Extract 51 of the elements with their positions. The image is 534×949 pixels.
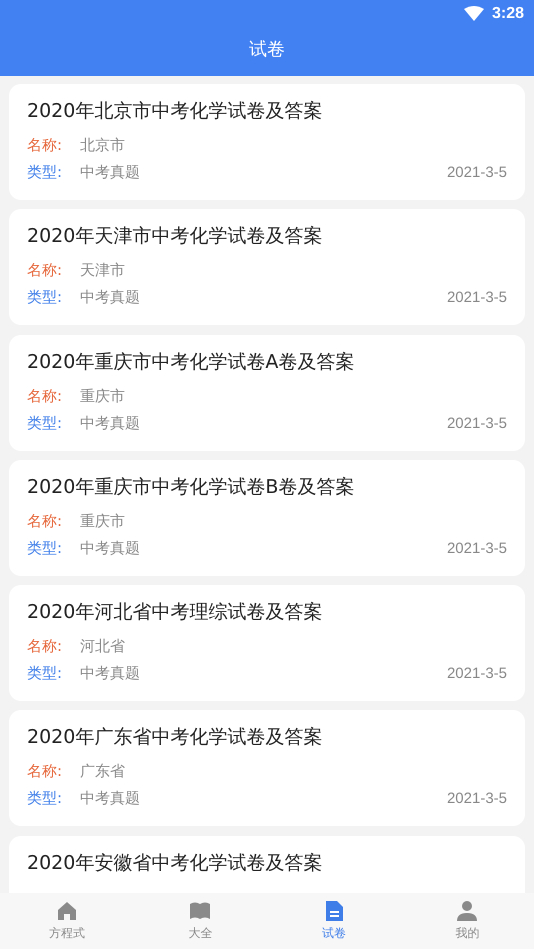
type-text: 中考真题 [80, 287, 140, 308]
date-text: 2021-3-5 [446, 789, 507, 810]
paper-title: 2020年重庆市中考化学试卷B卷及答案 [27, 474, 356, 500]
paper-title: 2020年安徽省中考化学试卷及答案 [27, 850, 324, 876]
type-label: 类型: [27, 162, 64, 183]
region-text: 北京市 [80, 135, 125, 156]
name-label: 名称: [27, 135, 64, 156]
paper-card[interactable]: 2020年安徽省中考化学试卷及答案 [9, 836, 525, 893]
paper-card[interactable]: 2020年北京市中考化学试卷及答案 名称: 北京市 类型: 中考真题 2021-3-5 [9, 84, 525, 200]
name-label: 名称: [27, 636, 64, 658]
region-text: 天津市 [80, 260, 125, 282]
page-title: 试卷 [249, 39, 285, 60]
name-label: 名称: [27, 386, 64, 407]
paper-card[interactable]: 2020年天津市中考化学试卷及答案 名称: 天津市 类型: 中考真题 2021-3-5 [9, 209, 525, 326]
paper-card[interactable]: 2020年广东省中考化学试卷及答案 名称: 广东省 类型: 中考真题 2021-3-5 [9, 710, 525, 826]
type-label: 类型: [27, 287, 64, 308]
paper-card[interactable]: 2020年重庆市中考化学试卷A卷及答案 名称: 重庆市 类型: 中考真题 2021-3-5 [9, 334, 525, 451]
name-label: 名称: [27, 510, 64, 532]
name-label: 名称: [27, 761, 64, 782]
type-text: 中考真题 [80, 162, 140, 183]
type-label: 类型: [27, 788, 64, 810]
paper-card[interactable]: 2020年河北省中考理综试卷及答案 名称: 河北省 类型: 中考真题 2021-3-5 [9, 585, 525, 702]
date-text: 2021-3-5 [446, 664, 507, 684]
type-label: 类型: [27, 663, 64, 684]
wifi-icon [464, 6, 484, 22]
paper-title: 2020年广东省中考化学试卷及答案 [27, 725, 324, 750]
date-text: 2021-3-5 [446, 163, 507, 183]
type-label: 类型: [27, 412, 64, 434]
region-text: 重庆市 [80, 510, 125, 532]
paper-title: 2020年河北省中考理综试卷及答案 [27, 600, 324, 626]
person-icon [456, 900, 478, 922]
paper-title: 2020年北京市中考化学试卷及答案 [27, 99, 324, 124]
paper-title: 2020年重庆市中考化学试卷A卷及答案 [27, 350, 356, 375]
book-icon [189, 900, 212, 922]
type-text: 中考真题 [80, 412, 140, 434]
region-text: 重庆市 [80, 386, 125, 407]
date-text: 2021-3-5 [446, 538, 507, 559]
status-time: 3:28 [492, 5, 524, 23]
house-icon [56, 900, 78, 922]
type-label: 类型: [27, 538, 64, 559]
type-text: 中考真题 [80, 663, 140, 684]
region-text: 广东省 [80, 761, 125, 782]
name-label: 名称: [27, 260, 64, 282]
type-text: 中考真题 [80, 538, 140, 559]
paper-title: 2020年天津市中考化学试卷及答案 [27, 224, 324, 250]
region-text: 河北省 [80, 636, 125, 658]
date-text: 2021-3-5 [446, 414, 507, 434]
nav-tab[interactable]: 试卷 [267, 893, 400, 949]
type-text: 中考真题 [80, 788, 140, 810]
date-text: 2021-3-5 [446, 288, 507, 308]
paper-card[interactable]: 2020年重庆市中考化学试卷B卷及答案 名称: 重庆市 类型: 中考真题 2021-3-5 [9, 460, 525, 576]
